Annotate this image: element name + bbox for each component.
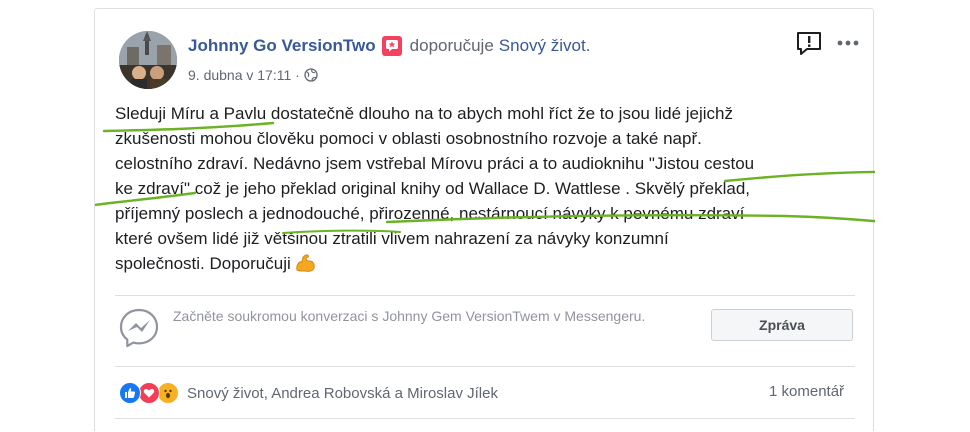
reaction-names[interactable]: Snový život, Andrea Robovská a Miroslav … xyxy=(187,385,498,402)
love-reaction-icon xyxy=(138,382,160,404)
like-reaction-icon xyxy=(119,382,141,404)
recommend-star-icon xyxy=(381,36,402,56)
globe-icon[interactable] xyxy=(304,68,318,82)
post-timestamp[interactable]: 9. dubna v 17:11 · xyxy=(188,67,300,83)
message-button[interactable]: Zpráva xyxy=(711,309,853,341)
more-dots-icon[interactable] xyxy=(835,31,861,55)
post-meta: 9. dubna v 17:11 · xyxy=(188,67,318,83)
report-icon[interactable] xyxy=(795,31,823,57)
post-text-line: zkušenosti mohou člověku pomoci v oblast… xyxy=(115,129,702,148)
messenger-prompt: Začněte soukromou konverzaci s Johnny Ge… xyxy=(115,295,855,367)
post-card: Johnny Go VersionTwo doporučuje Snový ži… xyxy=(94,8,875,431)
post-text-line: příjemný poslech a jednodouché, přirozen… xyxy=(115,204,745,223)
wow-reaction-icon xyxy=(157,382,179,404)
avatar[interactable] xyxy=(119,31,177,89)
reaction-icons[interactable] xyxy=(119,382,181,404)
messenger-prompt-text: Začněte soukromou konverzaci s Johnny Ge… xyxy=(173,308,646,324)
post-text-line: ke zdraví" což je jeho překlad original … xyxy=(115,179,751,198)
comments-count[interactable]: 1 komentář xyxy=(769,383,844,400)
reactions-summary[interactable]: Snový život, Andrea Robovská a Miroslav … xyxy=(119,381,498,405)
recommends-text: doporučuje xyxy=(409,36,494,55)
post-text-line: společnosti. Doporučuji xyxy=(115,254,291,273)
divider xyxy=(115,418,855,419)
post-text-line: které ovšem lidé již většinou ztratili v… xyxy=(115,229,669,248)
post-text-line: celostního zdraví. Nedávno jsem vstřebal… xyxy=(115,154,755,173)
page-link[interactable]: Snový život. xyxy=(499,36,591,56)
flexed-biceps-emoji xyxy=(294,253,316,280)
author-name[interactable]: Johnny Go VersionTwo xyxy=(188,36,376,56)
post-text: Sleduji Míru a Pavlu dostatečně dlouho n… xyxy=(115,101,860,280)
post-text-line: Sleduji Míru a Pavlu dostatečně dlouho n… xyxy=(115,104,734,123)
messenger-icon xyxy=(117,306,161,350)
post-header: Johnny Go VersionTwo doporučuje Snový ži… xyxy=(188,36,590,56)
